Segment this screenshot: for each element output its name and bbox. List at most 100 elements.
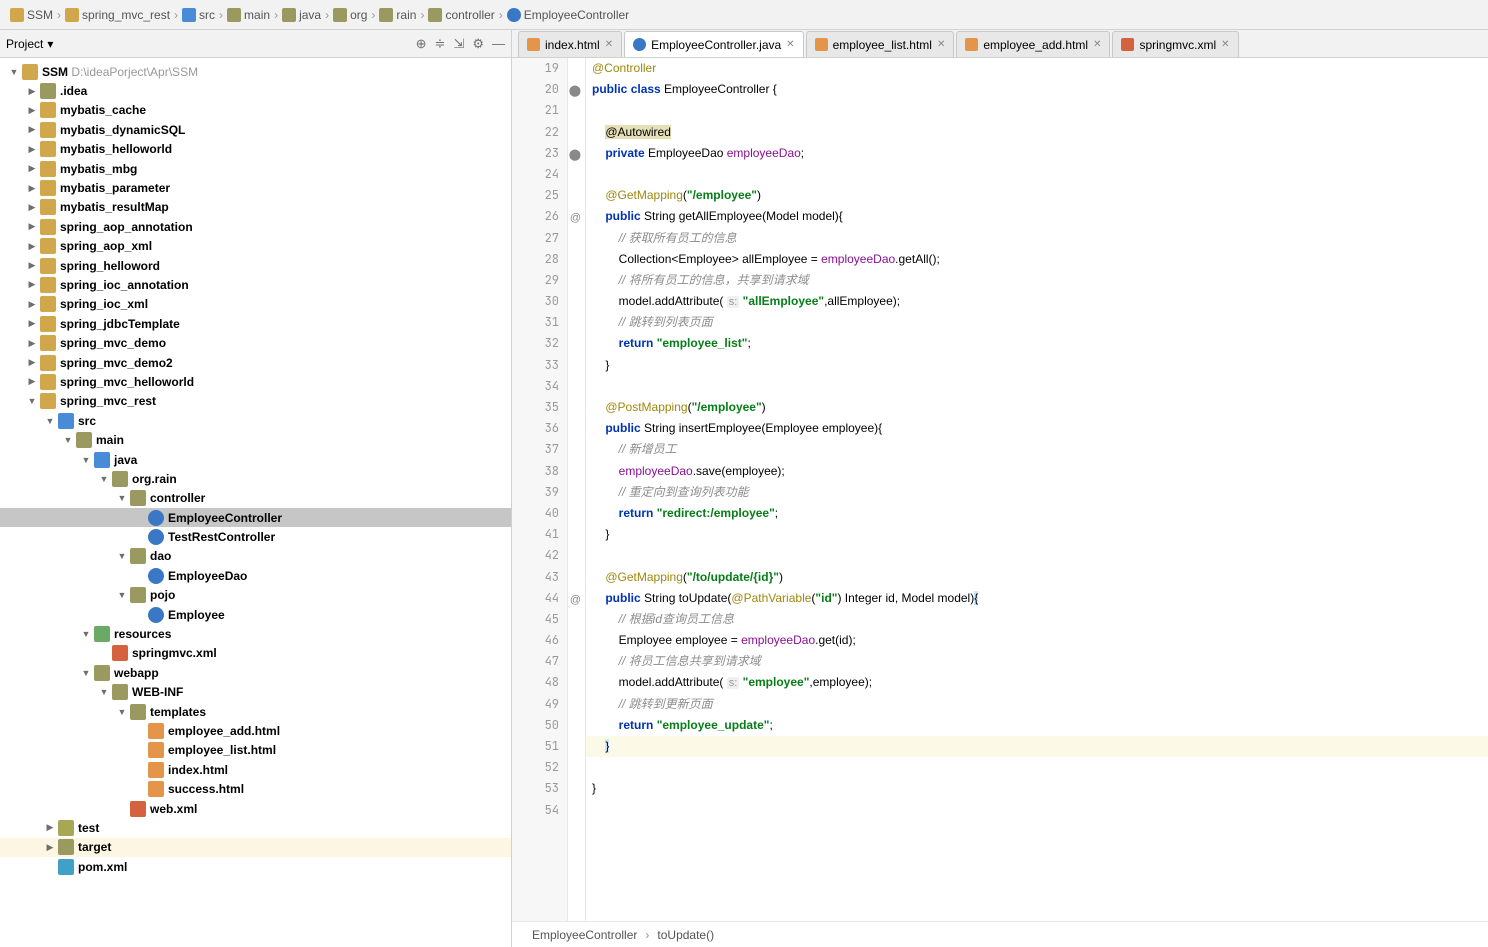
- tree-item[interactable]: spring_helloword: [0, 256, 511, 275]
- project-tree[interactable]: SSM D:\ideaPorject\Apr\SSM.ideamybatis_c…: [0, 58, 511, 947]
- code-line[interactable]: @Controller: [586, 58, 1488, 79]
- tree-item[interactable]: spring_mvc_helloworld: [0, 372, 511, 391]
- code-line[interactable]: [586, 164, 1488, 185]
- tree-item[interactable]: spring_aop_annotation: [0, 217, 511, 236]
- tree-item[interactable]: spring_ioc_xml: [0, 295, 511, 314]
- tree-arrow-icon[interactable]: [96, 687, 112, 697]
- tree-item[interactable]: mybatis_cache: [0, 101, 511, 120]
- tree-item[interactable]: SSM D:\ideaPorject\Apr\SSM: [0, 62, 511, 81]
- code-line[interactable]: return "employee_update";: [586, 715, 1488, 736]
- tree-arrow-icon[interactable]: [24, 279, 40, 290]
- tree-item[interactable]: pom.xml: [0, 857, 511, 876]
- tree-item[interactable]: spring_ioc_annotation: [0, 275, 511, 294]
- tree-item[interactable]: dao: [0, 547, 511, 566]
- tree-item[interactable]: TestRestController: [0, 527, 511, 546]
- tree-arrow-icon[interactable]: [24, 105, 40, 116]
- tree-item[interactable]: target: [0, 838, 511, 857]
- close-icon[interactable]: ✕: [1093, 39, 1101, 50]
- code-line[interactable]: [586, 376, 1488, 397]
- tree-item[interactable]: webapp: [0, 663, 511, 682]
- tree-item[interactable]: web.xml: [0, 799, 511, 818]
- tree-arrow-icon[interactable]: [24, 260, 40, 271]
- tree-item[interactable]: success.html: [0, 779, 511, 798]
- tree-arrow-icon[interactable]: [24, 86, 40, 97]
- tree-item[interactable]: .idea: [0, 81, 511, 100]
- tree-arrow-icon[interactable]: [24, 357, 40, 368]
- code-line[interactable]: }: [586, 524, 1488, 545]
- tree-arrow-icon[interactable]: [24, 202, 40, 213]
- tree-item[interactable]: mybatis_resultMap: [0, 198, 511, 217]
- tree-arrow-icon[interactable]: [60, 435, 76, 445]
- tree-item[interactable]: EmployeeController: [0, 508, 511, 527]
- tree-item[interactable]: resources: [0, 624, 511, 643]
- code-line[interactable]: return "employee_list";: [586, 333, 1488, 354]
- code-line[interactable]: public String toUpdate(@PathVariable("id…: [586, 588, 1488, 609]
- tree-arrow-icon[interactable]: [114, 707, 130, 717]
- tree-arrow-icon[interactable]: [96, 474, 112, 484]
- editor-tab[interactable]: employee_list.html✕: [806, 31, 955, 57]
- code-line[interactable]: employeeDao.save(employee);: [586, 461, 1488, 482]
- breadcrumb-item[interactable]: SSM: [8, 8, 55, 22]
- tree-item[interactable]: springmvc.xml: [0, 644, 511, 663]
- code-line[interactable]: }: [586, 736, 1488, 757]
- collapse-icon[interactable]: ⇲: [453, 36, 464, 52]
- breadcrumb-item[interactable]: controller: [426, 8, 496, 22]
- tree-arrow-icon[interactable]: [24, 144, 40, 155]
- tree-item[interactable]: mybatis_mbg: [0, 159, 511, 178]
- tree-item[interactable]: employee_add.html: [0, 721, 511, 740]
- tree-arrow-icon[interactable]: [24, 163, 40, 174]
- locate-icon[interactable]: ⊕: [416, 36, 427, 52]
- tree-item[interactable]: spring_aop_xml: [0, 237, 511, 256]
- breadcrumb-item[interactable]: EmployeeController: [505, 8, 631, 22]
- tree-arrow-icon[interactable]: [24, 318, 40, 329]
- code-line[interactable]: public String getAllEmployee(Model model…: [586, 206, 1488, 227]
- tree-item[interactable]: mybatis_dynamicSQL: [0, 120, 511, 139]
- code-line[interactable]: // 新增员工: [586, 439, 1488, 460]
- expand-icon[interactable]: ≑: [435, 36, 446, 52]
- tree-arrow-icon[interactable]: [78, 668, 94, 678]
- code-line[interactable]: @Autowired: [586, 122, 1488, 143]
- dropdown-icon[interactable]: ▾: [47, 37, 53, 51]
- tree-item[interactable]: mybatis_parameter: [0, 178, 511, 197]
- tree-arrow-icon[interactable]: [114, 493, 130, 503]
- breadcrumb-item[interactable]: rain: [377, 8, 418, 22]
- editor-tab[interactable]: employee_add.html✕: [956, 31, 1110, 57]
- breadcrumb-item[interactable]: org: [331, 8, 369, 22]
- code-line[interactable]: [586, 757, 1488, 778]
- code-line[interactable]: // 跳转到列表页面: [586, 312, 1488, 333]
- tree-item[interactable]: src: [0, 411, 511, 430]
- code-line[interactable]: // 根据id查询员工信息: [586, 609, 1488, 630]
- code-line[interactable]: private EmployeeDao employeeDao;: [586, 143, 1488, 164]
- tree-item[interactable]: pojo: [0, 586, 511, 605]
- tree-item[interactable]: mybatis_helloworld: [0, 140, 511, 159]
- tree-arrow-icon[interactable]: [24, 396, 40, 406]
- close-icon[interactable]: ✕: [605, 39, 613, 50]
- tree-arrow-icon[interactable]: [24, 183, 40, 194]
- code-line[interactable]: public class EmployeeController {: [586, 79, 1488, 100]
- tree-item[interactable]: templates: [0, 702, 511, 721]
- tree-item[interactable]: spring_jdbcTemplate: [0, 314, 511, 333]
- editor-tab[interactable]: index.html✕: [518, 31, 622, 57]
- code-editor[interactable]: @Controllerpublic class EmployeeControll…: [586, 58, 1488, 921]
- code-line[interactable]: Collection<Employee> allEmployee = emplo…: [586, 249, 1488, 270]
- tree-arrow-icon[interactable]: [42, 842, 58, 853]
- tree-arrow-icon[interactable]: [6, 67, 22, 77]
- tree-item[interactable]: index.html: [0, 760, 511, 779]
- code-line[interactable]: // 重定向到查询列表功能: [586, 482, 1488, 503]
- code-line[interactable]: // 跳转到更新页面: [586, 694, 1488, 715]
- tree-item[interactable]: test: [0, 818, 511, 837]
- breadcrumb-item[interactable]: src: [180, 8, 217, 22]
- code-line[interactable]: @GetMapping("/employee"): [586, 185, 1488, 206]
- code-line[interactable]: model.addAttribute( s: "allEmployee",all…: [586, 291, 1488, 312]
- tree-item[interactable]: spring_mvc_demo: [0, 333, 511, 352]
- tree-item[interactable]: org.rain: [0, 469, 511, 488]
- breadcrumb-item[interactable]: java: [280, 8, 323, 22]
- code-line[interactable]: [586, 545, 1488, 566]
- tree-item[interactable]: spring_mvc_demo2: [0, 353, 511, 372]
- settings-icon[interactable]: ⚙: [472, 36, 484, 52]
- tree-item[interactable]: Employee: [0, 605, 511, 624]
- tree-item[interactable]: employee_list.html: [0, 741, 511, 760]
- hide-icon[interactable]: —: [492, 36, 505, 51]
- tree-item[interactable]: spring_mvc_rest: [0, 392, 511, 411]
- code-line[interactable]: }: [586, 778, 1488, 799]
